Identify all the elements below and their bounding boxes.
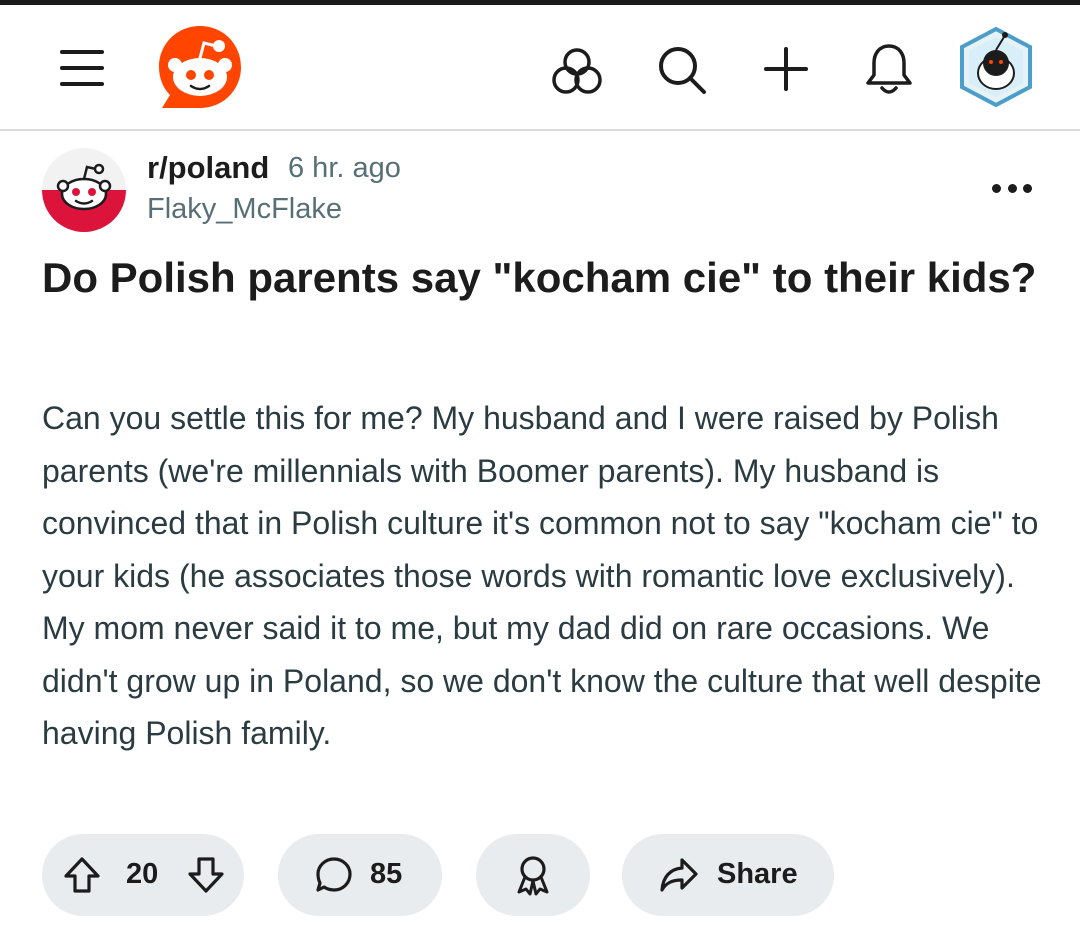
reddit-logo-icon[interactable] bbox=[156, 23, 244, 111]
share-arrow-icon bbox=[658, 855, 700, 895]
vote-count: 20 bbox=[126, 858, 159, 890]
search-icon[interactable] bbox=[655, 43, 709, 97]
downvote-arrow-icon[interactable] bbox=[186, 855, 226, 895]
more-options-icon[interactable] bbox=[992, 176, 1032, 200]
hamburger-menu-icon[interactable] bbox=[56, 43, 108, 93]
subreddit-icon[interactable] bbox=[42, 148, 126, 232]
share-label: Share bbox=[717, 858, 798, 890]
comment-count: 85 bbox=[370, 858, 403, 890]
communities-icon[interactable] bbox=[550, 45, 604, 99]
header-divider bbox=[0, 129, 1080, 131]
vote-bar: 20 bbox=[42, 834, 244, 916]
award-icon bbox=[513, 854, 553, 896]
post-time: 6 hr. ago bbox=[288, 152, 401, 184]
user-avatar[interactable] bbox=[958, 25, 1034, 109]
upvote-arrow-icon[interactable] bbox=[62, 855, 102, 895]
app-header bbox=[0, 5, 1080, 129]
post-body: Can you settle this for me? My husband a… bbox=[42, 400, 1042, 751]
comment-bubble-icon bbox=[314, 855, 354, 895]
subreddit-name[interactable]: r/poland bbox=[147, 150, 269, 186]
bell-icon[interactable] bbox=[862, 41, 916, 99]
plus-icon[interactable] bbox=[762, 45, 810, 93]
share-button[interactable]: Share bbox=[622, 834, 834, 916]
post-title: Do Polish parents say "kocham cie" to th… bbox=[42, 254, 1037, 301]
post-author[interactable]: Flaky_McFlake bbox=[147, 193, 342, 226]
comments-button[interactable]: 85 bbox=[278, 834, 442, 916]
award-button[interactable] bbox=[476, 834, 590, 916]
